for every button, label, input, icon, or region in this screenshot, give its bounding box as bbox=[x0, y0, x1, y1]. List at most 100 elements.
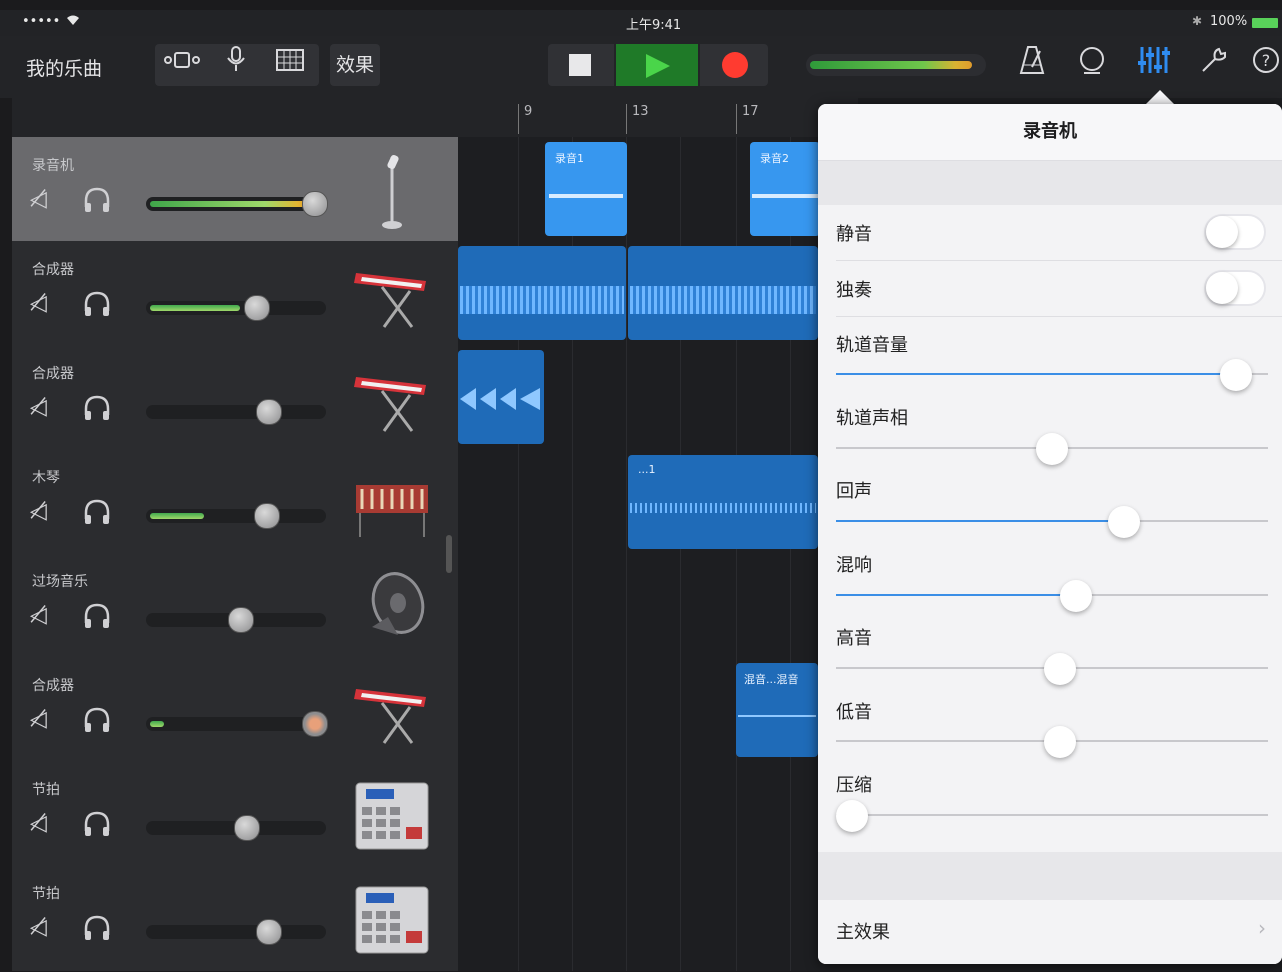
volume-knob[interactable] bbox=[302, 711, 328, 737]
slider-thumb[interactable] bbox=[836, 800, 868, 832]
audio-region[interactable]: ...1 bbox=[628, 455, 818, 549]
volume-knob[interactable] bbox=[228, 607, 254, 633]
audio-region[interactable]: 录音2 bbox=[750, 142, 820, 236]
volume-knob[interactable] bbox=[234, 815, 260, 841]
help-icon[interactable]: ? bbox=[1250, 45, 1282, 89]
headphones-icon[interactable] bbox=[82, 497, 112, 527]
wifi-icon bbox=[66, 13, 80, 31]
track-controls-popover: 录音机 静音 独奏 轨道音量 轨道声相 回声 混响 高音 低音 压缩 主效果 › bbox=[818, 104, 1282, 964]
track-header[interactable]: 节拍 ◁̸ bbox=[12, 865, 458, 972]
track-header[interactable]: 木琴 ◁̸ bbox=[12, 449, 458, 554]
track-header[interactable]: 录音机 ◁̸ bbox=[12, 137, 458, 242]
reverb-slider[interactable] bbox=[836, 580, 1268, 612]
status-bar: ••••• 上午9:41 ✱ 100% bbox=[0, 10, 1282, 36]
track-volume-slider[interactable] bbox=[146, 191, 328, 217]
treble-slider[interactable] bbox=[836, 653, 1268, 685]
region-label: ...1 bbox=[638, 463, 656, 476]
svg-text:?: ? bbox=[1262, 51, 1271, 70]
region-label: 混音...混音 bbox=[744, 673, 799, 686]
metronome-icon[interactable] bbox=[1012, 45, 1052, 89]
mute-label: 静音 bbox=[836, 224, 872, 245]
slider-thumb[interactable] bbox=[1036, 433, 1068, 465]
mute-icon[interactable]: ◁̸ bbox=[30, 603, 47, 628]
audio-region[interactable]: 混音...混音 bbox=[736, 663, 818, 757]
bass-label: 低音 bbox=[836, 702, 872, 723]
reverb-label: 混响 bbox=[836, 555, 872, 576]
slider-thumb[interactable] bbox=[1044, 726, 1076, 758]
region-waveform bbox=[460, 388, 540, 410]
effects-button[interactable]: 效果 bbox=[330, 44, 380, 86]
mute-icon[interactable]: ◁̸ bbox=[30, 707, 47, 732]
loop-browser-icon[interactable] bbox=[160, 45, 204, 85]
track-volume-slider[interactable] bbox=[836, 359, 1268, 391]
audio-region[interactable]: 录音1 bbox=[545, 142, 627, 236]
grid-icon[interactable] bbox=[268, 45, 312, 85]
track-volume-slider[interactable] bbox=[146, 503, 326, 529]
synth-keyboard-icon bbox=[354, 273, 426, 328]
wrench-icon[interactable] bbox=[1194, 45, 1234, 89]
slider-thumb[interactable] bbox=[1060, 580, 1092, 612]
track-header[interactable]: 合成器 ◁̸ bbox=[12, 241, 458, 346]
headphones-icon[interactable] bbox=[82, 185, 112, 215]
master-volume-slider[interactable] bbox=[806, 54, 986, 76]
track-volume-slider[interactable] bbox=[146, 607, 326, 633]
track-name: 木琴 bbox=[32, 470, 60, 486]
headphones-icon[interactable] bbox=[82, 705, 112, 735]
compression-label: 压缩 bbox=[836, 775, 872, 796]
microphone-icon bbox=[382, 154, 402, 229]
row-divider bbox=[836, 316, 1282, 317]
headphones-icon[interactable] bbox=[82, 809, 112, 839]
volume-knob[interactable] bbox=[256, 919, 282, 945]
ruler-bar-number: 13 bbox=[632, 104, 649, 119]
record-button[interactable] bbox=[700, 44, 768, 86]
track-volume-slider[interactable] bbox=[146, 919, 326, 945]
headphones-icon[interactable] bbox=[82, 601, 112, 631]
my-songs-button[interactable]: 我的乐曲 bbox=[26, 54, 102, 81]
audio-region[interactable] bbox=[458, 350, 544, 444]
mute-icon[interactable]: ◁̸ bbox=[30, 915, 47, 940]
volume-knob[interactable] bbox=[244, 295, 270, 321]
master-effects-row[interactable]: 主效果 › bbox=[818, 900, 1282, 964]
slider-thumb[interactable] bbox=[1044, 653, 1076, 685]
solo-toggle[interactable] bbox=[1204, 270, 1266, 306]
play-button[interactable] bbox=[616, 44, 698, 86]
audio-region[interactable] bbox=[628, 246, 818, 340]
volume-knob[interactable] bbox=[254, 503, 280, 529]
mute-icon[interactable]: ◁̸ bbox=[30, 187, 47, 212]
scrollbar-handle[interactable] bbox=[446, 535, 452, 573]
echo-label: 回声 bbox=[836, 481, 872, 502]
microphone-icon[interactable] bbox=[214, 45, 258, 87]
headphones-icon[interactable] bbox=[82, 393, 112, 423]
region-waveform bbox=[738, 715, 816, 717]
mute-icon[interactable]: ◁̸ bbox=[30, 499, 47, 524]
volume-knob[interactable] bbox=[256, 399, 282, 425]
track-header[interactable]: 节拍 ◁̸ bbox=[12, 761, 458, 866]
mute-icon[interactable]: ◁̸ bbox=[30, 811, 47, 836]
echo-slider[interactable] bbox=[836, 506, 1268, 538]
mixer-icon[interactable] bbox=[1132, 45, 1176, 89]
volume-knob[interactable] bbox=[302, 191, 328, 217]
bluetooth-icon: ✱ bbox=[1192, 14, 1203, 28]
slider-thumb[interactable] bbox=[1108, 506, 1140, 538]
headphones-icon[interactable] bbox=[82, 913, 112, 943]
track-name: 合成器 bbox=[32, 366, 74, 382]
headphones-icon[interactable] bbox=[82, 289, 112, 319]
tuner-icon[interactable] bbox=[1072, 45, 1112, 89]
slider-thumb[interactable] bbox=[1220, 359, 1252, 391]
track-header[interactable]: 合成器 ◁̸ bbox=[12, 345, 458, 450]
mute-icon[interactable]: ◁̸ bbox=[30, 291, 47, 316]
audio-region[interactable] bbox=[458, 246, 626, 340]
compression-slider[interactable] bbox=[836, 800, 1268, 832]
ruler-tick bbox=[626, 104, 627, 134]
track-volume-slider[interactable] bbox=[146, 295, 326, 321]
bass-slider[interactable] bbox=[836, 726, 1268, 758]
mute-toggle[interactable] bbox=[1204, 214, 1266, 250]
track-volume-slider[interactable] bbox=[146, 399, 326, 425]
mute-icon[interactable]: ◁̸ bbox=[30, 395, 47, 420]
track-pan-slider[interactable] bbox=[836, 433, 1268, 465]
track-header[interactable]: 过场音乐 ◁̸ bbox=[12, 553, 458, 658]
track-header[interactable]: 合成器 ◁̸ bbox=[12, 657, 458, 762]
track-volume-slider[interactable] bbox=[146, 711, 328, 737]
stop-button[interactable] bbox=[548, 44, 614, 86]
track-volume-slider[interactable] bbox=[146, 815, 326, 841]
